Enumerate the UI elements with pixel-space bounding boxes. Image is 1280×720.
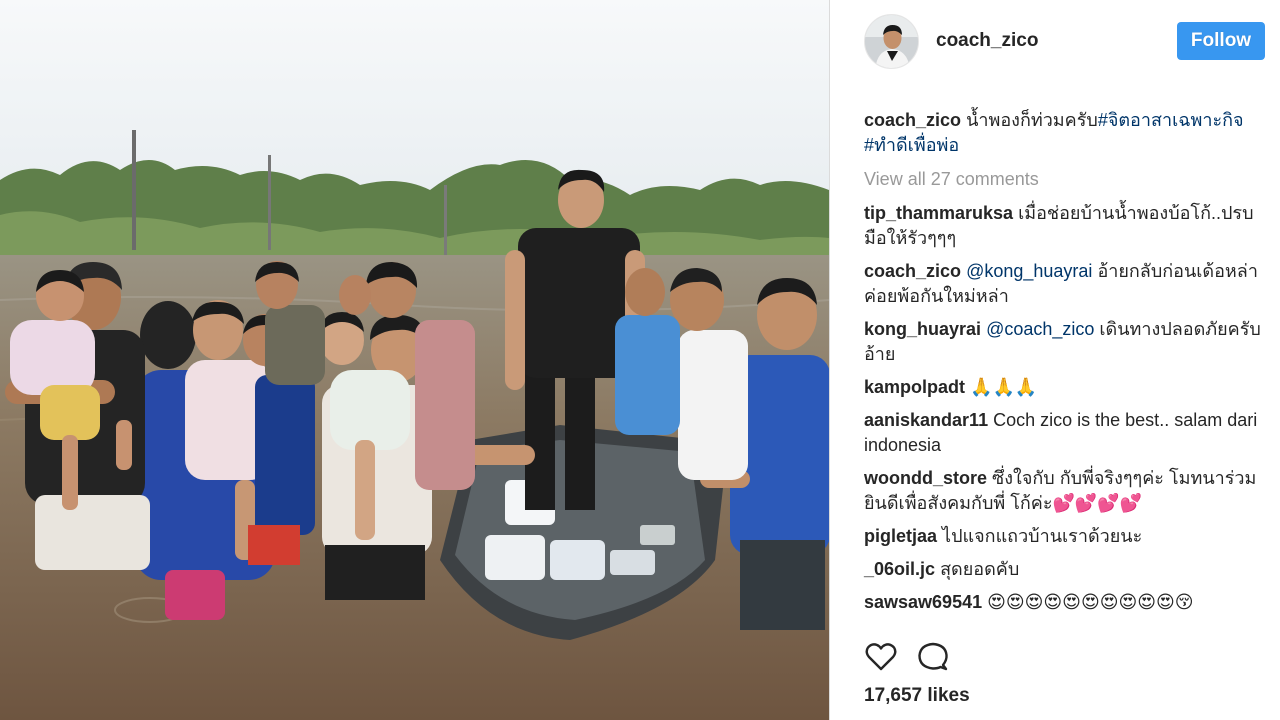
likes-count[interactable]: 17,657 likes [864,685,970,707]
flood-relief-photo [0,0,829,720]
caption-hashtag[interactable]: #ทำดีเพื่อพ่อ [864,135,959,155]
comment-text: สุดยอดคับ [940,559,1020,579]
comments-section: coach_zico น้ำพองก็ท่วมครับ#จิตอาสาเฉพาะ… [864,108,1264,623]
comment-username[interactable]: kong_huayrai [864,319,981,339]
like-button[interactable] [864,640,898,674]
heart-icon [865,643,897,671]
comment-text: 🙏🙏🙏 [970,377,1038,397]
follow-button[interactable]: Follow [1177,22,1265,60]
caption-username[interactable]: coach_zico [864,110,961,130]
comment-item: pigletjaa ไปแจกแถวบ้านเราด้วยนะ [864,524,1264,549]
comment-item: coach_zico @kong_huayrai อ้ายกลับก่อนเด้… [864,259,1264,309]
comment-username[interactable]: tip_thammaruksa [864,203,1013,223]
post-actions [864,640,1264,674]
comment-text: ไปแจกแถวบ้านเราด้วยนะ [942,526,1143,546]
avatar[interactable] [864,14,919,69]
comment-username[interactable]: _06oil.jc [864,559,935,579]
comment-item: aaniskandar11 Coch zico is the best.. sa… [864,408,1264,458]
post-photo[interactable] [0,0,829,720]
comment-item: tip_thammaruksa เมื่อช่อยบ้านน้ำพองบ้อโก… [864,201,1264,251]
comment-item: kampolpadt 🙏🙏🙏 [864,375,1264,400]
comment-item: _06oil.jc สุดยอดคับ [864,557,1264,582]
comment-item: kong_huayrai @coach_zico เดินทางปลอดภัยค… [864,317,1264,367]
comment-username[interactable]: kampolpadt [864,377,965,397]
comment-username[interactable]: sawsaw69541 [864,592,982,612]
caption-text: น้ำพองก็ท่วมครับ [966,110,1098,130]
view-all-comments-link[interactable]: View all 27 comments [864,167,1264,191]
comment-username[interactable]: aaniskandar11 [864,410,988,430]
post-header: coach_zico Follow [830,0,1280,84]
avatar-icon [865,15,918,68]
comment-item: woondd_store ซึ่งใจกับ กับพี่จริงๆๆค่ะ โ… [864,466,1264,516]
comment-mention[interactable]: @coach_zico [986,319,1094,339]
comment-username[interactable]: coach_zico [864,261,961,281]
comment-item: sawsaw69541 😍😍😍😍😍😍😍😍😍😍😚 [864,590,1264,615]
comment-mention[interactable]: @kong_huayrai [966,261,1092,281]
post-side-panel: coach_zico Follow coach_zico น้ำพองก็ท่ว… [830,0,1280,720]
comment-text: 😍😍😍😍😍😍😍😍😍😍😚 [987,592,1194,612]
comment-icon [918,642,948,671]
post-caption: coach_zico น้ำพองก็ท่วมครับ#จิตอาสาเฉพาะ… [864,108,1264,158]
comment-username[interactable]: pigletjaa [864,526,937,546]
header-username[interactable]: coach_zico [936,30,1038,52]
comment-button[interactable] [916,640,950,674]
caption-hashtag[interactable]: #จิตอาสาเฉพาะกิจ [1098,110,1244,130]
comment-username[interactable]: woondd_store [864,468,987,488]
